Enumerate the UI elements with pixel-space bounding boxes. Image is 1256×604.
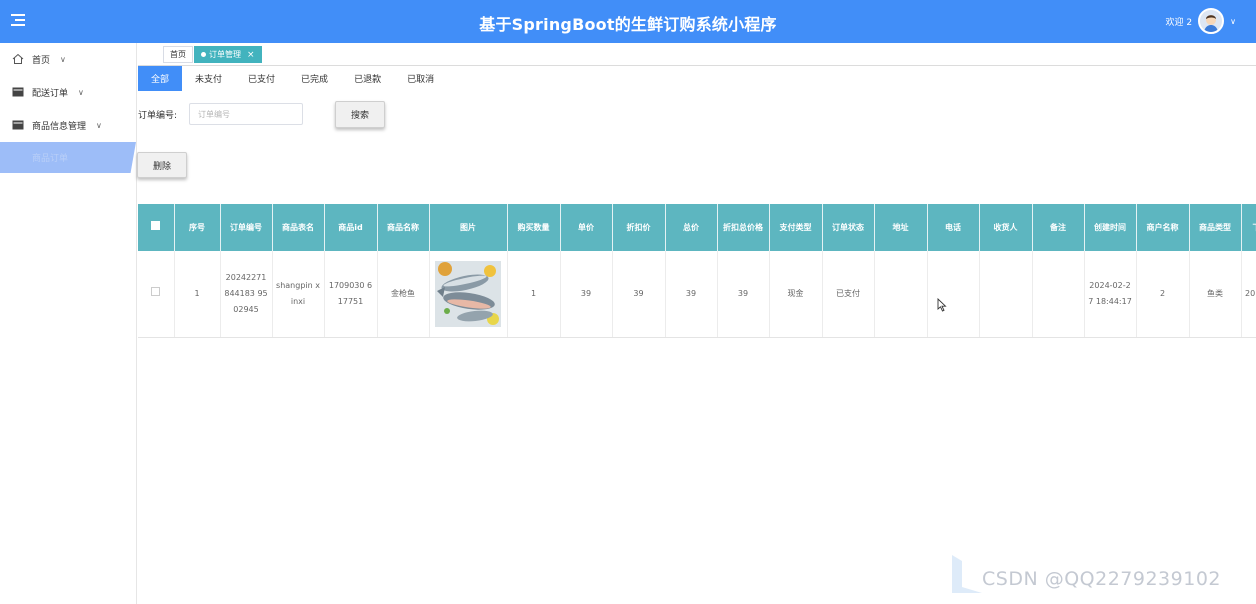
tag-order-management[interactable]: 订单管理 × — [194, 46, 262, 63]
cell-pay-type: 现金 — [769, 251, 823, 338]
column-header: 折扣价 — [612, 204, 666, 251]
column-header: 图片 — [429, 204, 508, 251]
cell-remark — [1032, 251, 1085, 338]
chevron-down-icon: ∨ — [78, 87, 84, 97]
cell-quantity: 1 — [507, 251, 561, 338]
column-header: 商品名称 — [377, 204, 430, 251]
top-header: 基于SpringBoot的生鲜订购系统小程序 欢迎 2 ∨ — [0, 0, 1256, 43]
mouse-cursor-icon — [937, 298, 947, 312]
cell-category: 鱼类 — [1189, 251, 1242, 338]
chevron-down-icon: ∨ — [96, 120, 102, 130]
sidebar-item-label: 商品信息管理 — [32, 121, 87, 132]
sidebar: 首页 ∨ 配送订单 ∨ 商品信息管理 ∨ 商品订单 — [0, 43, 137, 604]
column-header: 单价 — [560, 204, 613, 251]
tab-cancelled[interactable]: 已取消 — [394, 66, 447, 91]
cell-goods-name: 金枪鱼 — [377, 251, 430, 338]
row-select-cell[interactable] — [138, 251, 175, 338]
tab-refunded[interactable]: 已退款 — [341, 66, 394, 91]
column-header: 总价 — [665, 204, 718, 251]
close-icon[interactable]: × — [247, 50, 255, 60]
column-header: 折扣总价格 — [717, 204, 770, 251]
tab-completed[interactable]: 已完成 — [288, 66, 341, 91]
cell-total: 39 — [665, 251, 718, 338]
order-number-input[interactable] — [189, 103, 303, 125]
column-header: 地址 — [874, 204, 928, 251]
folder-icon — [12, 87, 24, 97]
user-menu[interactable]: 欢迎 2 ∨ — [1166, 7, 1236, 35]
tag-label: 首页 — [170, 50, 186, 59]
watermark: CSDN @QQ2279239102 — [982, 568, 1222, 590]
sidebar-item-delivery-orders[interactable]: 配送订单 ∨ — [0, 77, 137, 107]
column-header: 订单编号 — [220, 204, 273, 251]
sidebar-item-home[interactable]: 首页 ∨ — [0, 44, 137, 74]
tab-all[interactable]: 全部 — [138, 66, 183, 91]
home-icon — [12, 53, 24, 64]
cell-unit-price: 39 — [560, 251, 613, 338]
column-header: 购买数量 — [507, 204, 561, 251]
sidebar-item-label: 首页 — [32, 55, 51, 66]
chevron-down-icon[interactable]: ∨ — [1230, 17, 1236, 26]
column-header: 创建时间 — [1084, 204, 1137, 251]
cell-table-name: shangpin xinxi — [272, 251, 325, 338]
column-header: 序号 — [174, 204, 221, 251]
sidebar-item-label: 配送订单 — [32, 88, 69, 99]
sidebar-item-goods-orders[interactable]: 商品订单 — [0, 142, 136, 173]
row-checkbox[interactable] — [151, 286, 161, 296]
tab-unpaid[interactable]: 未支付 — [182, 66, 235, 91]
fish-photo[interactable] — [435, 260, 501, 327]
cell-order-no: 20242271844183 9502945 — [220, 251, 273, 338]
avatar[interactable] — [1198, 8, 1225, 34]
dot-icon — [201, 52, 206, 57]
column-header: 电话 — [927, 204, 980, 251]
cell-discount-price: 39 — [612, 251, 666, 338]
column-header: 商户名称 — [1136, 204, 1190, 251]
column-header: 商品表名 — [272, 204, 325, 251]
delete-button[interactable]: 删除 — [137, 152, 187, 178]
select-all-cell[interactable] — [138, 204, 175, 251]
column-header: 支付类型 — [769, 204, 823, 251]
app-title: 基于SpringBoot的生鲜订购系统小程序 — [479, 15, 777, 34]
cell-next: 20 27 — [1241, 251, 1256, 338]
search-label: 订单编号: — [138, 111, 178, 121]
table-row[interactable]: 1 20242271844183 9502945 shangpin xinxi … — [138, 251, 1256, 338]
welcome-text: 欢迎 2 — [1165, 17, 1193, 28]
search-button[interactable]: 搜索 — [335, 101, 385, 128]
column-header: 商品类型 — [1189, 204, 1242, 251]
cell-index: 1 — [174, 251, 221, 338]
tags-bar: 首页 订单管理 × — [138, 43, 1256, 66]
column-header: 下 — [1241, 204, 1256, 251]
column-header: 订单状态 — [822, 204, 875, 251]
orders-table: 序号 订单编号 商品表名 商品id 商品名称 图片 购买数量 单价 折扣价 总价… — [138, 204, 1256, 339]
folder-icon — [12, 120, 24, 130]
cell-receiver — [979, 251, 1033, 338]
chevron-down-icon: ∨ — [60, 54, 66, 64]
cell-status: 已支付 — [822, 251, 875, 338]
cell-merchant: 2 — [1136, 251, 1190, 338]
cell-goods-id: 1709030 617751 — [324, 251, 378, 338]
cell-address — [874, 251, 928, 338]
csdn-logo-icon — [952, 555, 982, 593]
sidebar-item-goods-management[interactable]: 商品信息管理 ∨ — [0, 110, 137, 140]
tag-home[interactable]: 首页 — [163, 46, 193, 63]
cell-discount-total: 39 — [717, 251, 770, 338]
column-header: 商品id — [324, 204, 378, 251]
cell-created: 2024-02-27 18:44:17 — [1084, 251, 1137, 338]
column-header: 备注 — [1032, 204, 1085, 251]
tab-paid[interactable]: 已支付 — [235, 66, 288, 91]
tag-label: 订单管理 — [209, 50, 241, 59]
status-tabs: 全部 未支付 已支付 已完成 已退款 已取消 — [138, 66, 447, 91]
column-header: 收货人 — [979, 204, 1033, 251]
select-all-checkbox[interactable] — [151, 221, 161, 230]
table-header-row: 序号 订单编号 商品表名 商品id 商品名称 图片 购买数量 单价 折扣价 总价… — [138, 204, 1256, 251]
cell-phone — [927, 251, 980, 338]
cell-image — [429, 251, 508, 338]
